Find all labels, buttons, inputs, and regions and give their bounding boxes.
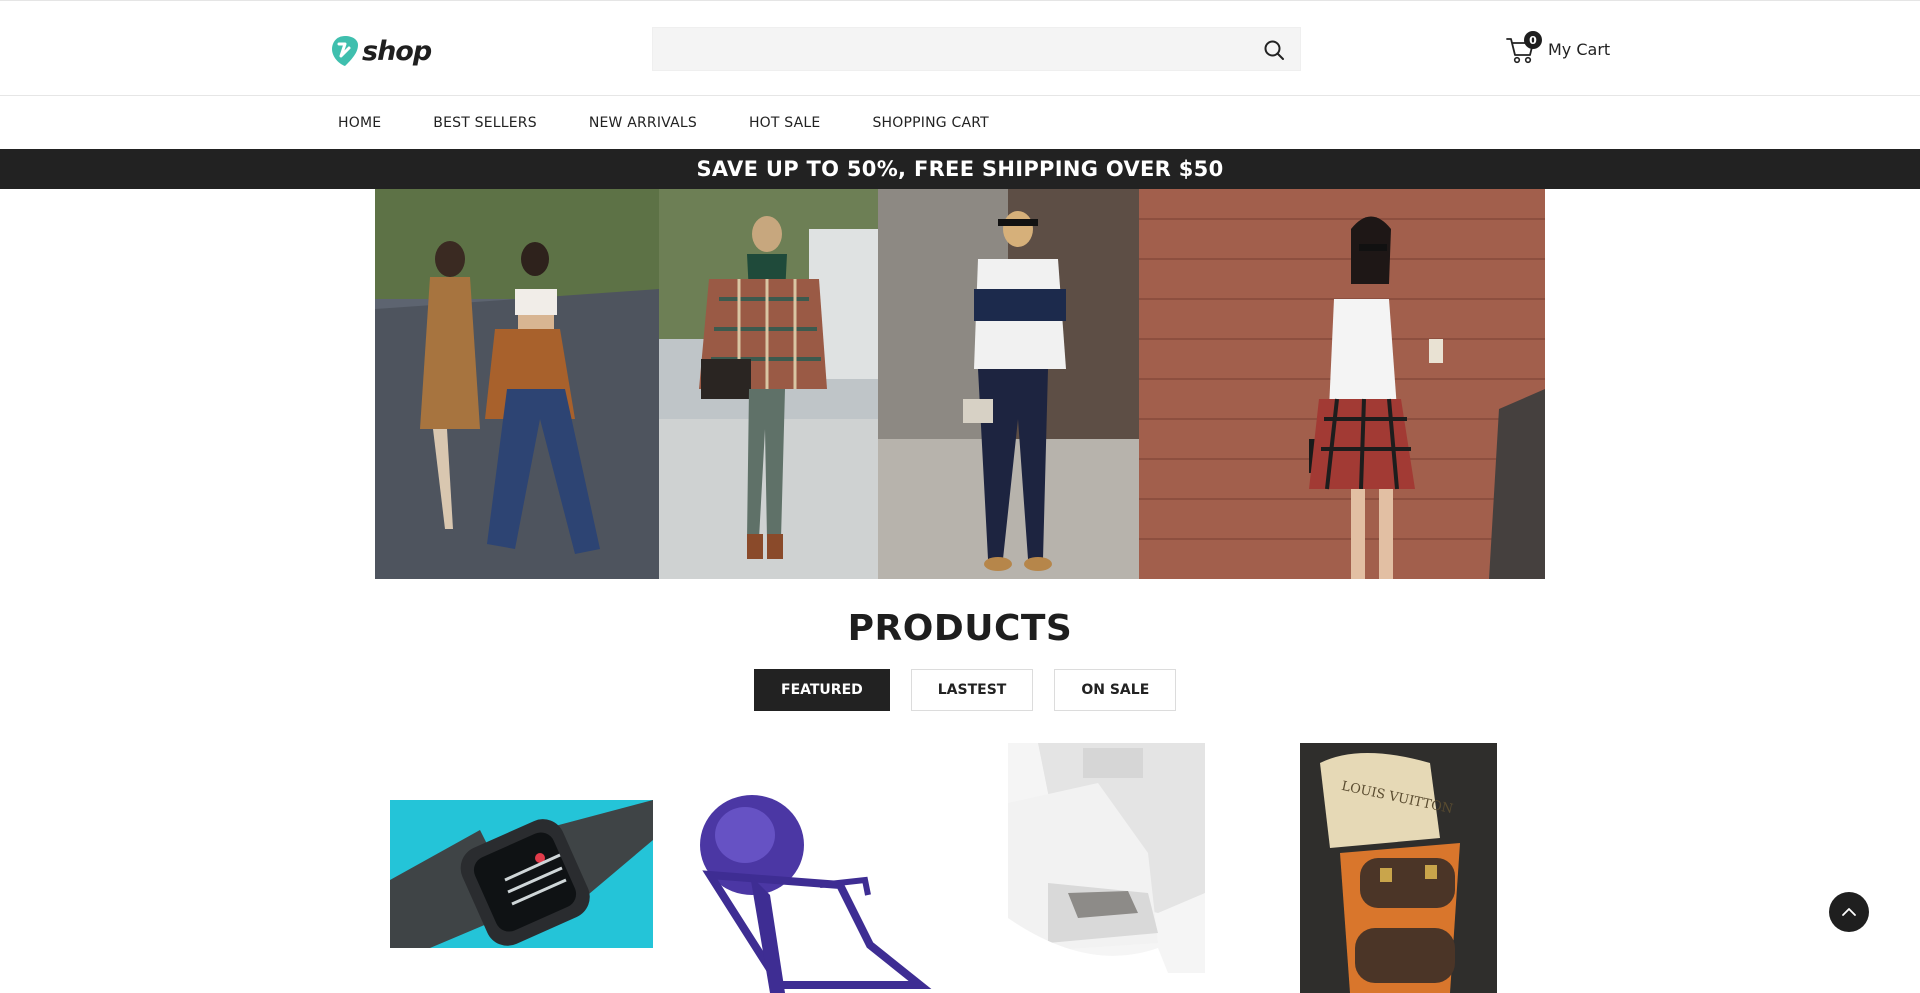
- product-tabs: FEATURED LASTEST ON SALE: [754, 669, 1197, 711]
- products-title: PRODUCTS: [847, 608, 1073, 649]
- search-bar: [652, 27, 1301, 71]
- logo-text: shop: [362, 35, 432, 67]
- product-card-smartwatch[interactable]: [390, 800, 653, 948]
- cart-icon-wrapper: 0: [1506, 31, 1542, 65]
- leaf-logo-icon: [332, 36, 358, 66]
- product-card-purple-heels[interactable]: [690, 785, 940, 993]
- hero-photo-3: [878, 189, 1139, 579]
- product-image-white-sneakers: [1008, 743, 1205, 973]
- hero-banner[interactable]: [375, 189, 1545, 579]
- hero-photo-4: [1139, 189, 1545, 579]
- tab-lastest[interactable]: LASTEST: [910, 669, 1034, 711]
- promo-banner: SAVE UP TO 50%, FREE SHIPPING OVER $50: [0, 149, 1920, 189]
- hero-photo-2: [659, 189, 878, 579]
- nav-item-home[interactable]: HOME: [338, 115, 381, 131]
- tab-on-sale[interactable]: ON SALE: [1054, 669, 1177, 711]
- product-image-smartwatch: [390, 800, 653, 948]
- hero-photo-1-image: [375, 189, 659, 579]
- hero-photo-3-image: [878, 189, 1139, 579]
- search-input[interactable]: [653, 28, 1300, 70]
- product-image-lv-slides: LOUIS VUITTON: [1300, 743, 1497, 993]
- hero-photo-1: [375, 189, 659, 579]
- main-nav: HOME BEST SELLERS NEW ARRIVALS HOT SALE …: [0, 97, 1920, 149]
- hero-photo-4-image: [1139, 189, 1545, 579]
- nav-item-new-arrivals[interactable]: NEW ARRIVALS: [589, 115, 697, 131]
- hero-photo-2-image: [659, 189, 878, 579]
- nav-item-shopping-cart[interactable]: SHOPPING CART: [872, 115, 988, 131]
- search-icon[interactable]: [1262, 38, 1286, 62]
- cart-count-badge: 0: [1524, 31, 1542, 49]
- product-card-white-sneakers[interactable]: [1008, 743, 1205, 973]
- product-image-purple-heels: [690, 785, 940, 993]
- nav-item-hot-sale[interactable]: HOT SALE: [749, 115, 821, 131]
- scroll-top-button[interactable]: [1829, 892, 1869, 932]
- product-card-lv-slides[interactable]: LOUIS VUITTON: [1300, 743, 1497, 993]
- tab-featured[interactable]: FEATURED: [754, 669, 890, 711]
- chevron-up-icon: [1842, 908, 1856, 916]
- site-logo[interactable]: shop: [330, 33, 432, 69]
- cart-label: My Cart: [1548, 39, 1611, 59]
- cart-button[interactable]: 0 My Cart: [1506, 29, 1610, 69]
- site-header: shop 0 My Cart: [0, 0, 1920, 96]
- nav-item-best-sellers[interactable]: BEST SELLERS: [433, 115, 537, 131]
